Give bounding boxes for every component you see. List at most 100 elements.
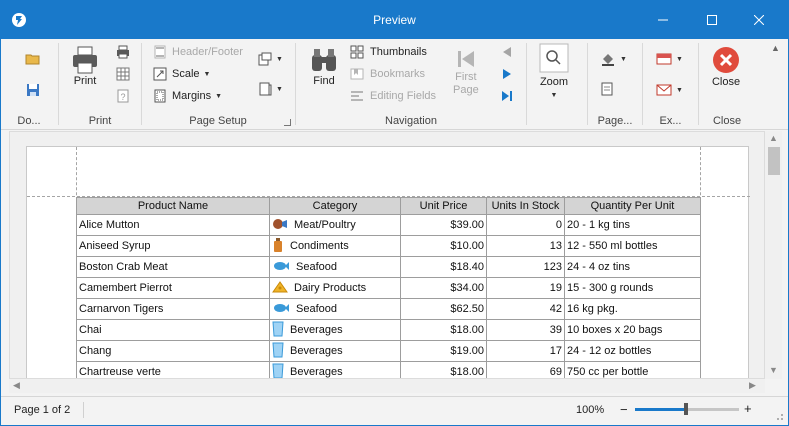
- zoom-in-button[interactable]: +: [744, 401, 752, 416]
- unit-price-cell: $34.00: [400, 277, 487, 299]
- previous-page-icon: [503, 47, 511, 57]
- scroll-down-icon[interactable]: ▼: [769, 365, 778, 375]
- open-button[interactable]: [25, 51, 41, 67]
- editing-fields-label: Editing Fields: [370, 90, 437, 102]
- quantity-per-unit-cell: 16 kg pkg.: [564, 298, 701, 320]
- category-cell: Condiments: [269, 235, 401, 257]
- export-button[interactable]: ▼: [656, 51, 683, 67]
- quantity-per-unit-cell: 750 cc per bottle: [564, 361, 701, 378]
- close-icon: [754, 15, 764, 25]
- editing-fields-button[interactable]: Editing Fields: [350, 89, 436, 103]
- watermark-button[interactable]: [600, 82, 614, 96]
- column-header: Product Name: [76, 197, 270, 215]
- chevron-down-icon: ▼: [215, 92, 223, 100]
- save-icon: [27, 84, 39, 96]
- close-window-button[interactable]: [736, 1, 782, 39]
- chevron-down-icon: ▼: [276, 85, 283, 93]
- horizontal-scrollbar[interactable]: ◀ ▶: [9, 379, 765, 393]
- vertical-scroll-thumb[interactable]: [768, 147, 780, 175]
- product-name-cell: Chai: [76, 319, 270, 341]
- export-icon: [656, 53, 672, 65]
- bookmarks-label: Bookmarks: [370, 68, 426, 80]
- status-divider: [83, 402, 84, 418]
- units-in-stock-cell: 123: [486, 256, 565, 278]
- next-page-button[interactable]: [502, 68, 512, 80]
- scroll-left-icon[interactable]: ◀: [13, 380, 20, 391]
- svg-text:?: ?: [120, 92, 125, 102]
- magnifier-icon: [539, 43, 569, 73]
- category-cell: Seafood: [269, 256, 401, 278]
- print-button[interactable]: Print: [71, 45, 99, 88]
- send-button[interactable]: ▼: [656, 82, 683, 98]
- document-viewer[interactable]: Product Name Category Unit Price Units I…: [9, 131, 765, 379]
- find-label: Find: [313, 75, 335, 87]
- units-in-stock-cell: 19: [486, 277, 565, 299]
- product-table: Product Name Category Unit Price Units I…: [76, 197, 701, 378]
- beverages-icon: [272, 321, 290, 340]
- report-page: Product Name Category Unit Price Units I…: [26, 146, 750, 378]
- quick-print-button[interactable]: [116, 45, 130, 59]
- resize-grip-icon[interactable]: [774, 411, 784, 421]
- collapse-ribbon-icon[interactable]: ▲: [771, 43, 780, 53]
- product-name-cell: Camembert Pierrot: [76, 277, 270, 299]
- units-in-stock-cell: 13: [486, 235, 565, 257]
- close-preview-button[interactable]: Close: [711, 45, 741, 89]
- thumbnails-button[interactable]: Thumbnails: [350, 45, 427, 59]
- zoom-slider-thumb[interactable]: [684, 403, 688, 415]
- paper-size-button[interactable]: ▼: [258, 82, 283, 96]
- page-setup-dialog-launcher-icon[interactable]: [284, 119, 291, 126]
- margins-button[interactable]: Margins ▼: [153, 89, 222, 103]
- previous-page-button[interactable]: [502, 46, 512, 58]
- navigation-group-label: Navigation: [385, 115, 437, 127]
- parameters-icon: ?: [117, 89, 129, 103]
- print-options-button[interactable]: [116, 67, 130, 81]
- zoom-out-button[interactable]: −: [620, 402, 628, 417]
- find-button[interactable]: Find: [309, 47, 339, 88]
- navigation-group: Find Thumbnails Bookmarks Editing Fields…: [296, 39, 526, 130]
- last-page-icon: [502, 91, 512, 101]
- table-row: Aniseed Syrup Condiments $10.00 13 12 - 550 …: [76, 235, 701, 257]
- chevron-down-icon: ▼: [276, 55, 283, 63]
- scroll-up-icon[interactable]: ▲: [769, 133, 778, 143]
- table-header-row: Product Name Category Unit Price Units I…: [76, 197, 701, 215]
- scale-label: Scale: [172, 68, 200, 80]
- close-group: Close Close: [699, 39, 755, 130]
- maximize-button[interactable]: [689, 1, 735, 39]
- page-background-group-label: Page...: [597, 115, 633, 127]
- minimize-button[interactable]: [640, 1, 686, 39]
- parameters-button[interactable]: ?: [116, 89, 130, 103]
- dairy-icon: [272, 280, 294, 297]
- margins-label: Margins: [172, 90, 212, 102]
- header-footer-button[interactable]: Header/Footer: [153, 45, 243, 59]
- document-group: Do...: [1, 39, 57, 130]
- units-in-stock-cell: 39: [486, 319, 565, 341]
- vertical-scrollbar[interactable]: ▲ ▼: [765, 131, 782, 379]
- category-label: Meat/Poultry: [294, 219, 356, 231]
- save-button[interactable]: [25, 82, 41, 98]
- page-color-button[interactable]: ▼: [600, 51, 627, 67]
- bookmarks-button[interactable]: Bookmarks: [350, 67, 425, 81]
- category-label: Beverages: [290, 324, 343, 336]
- title-bar: Preview: [1, 1, 788, 39]
- product-name-cell: Chartreuse verte: [76, 361, 270, 378]
- quantity-per-unit-cell: 10 boxes x 20 bags: [564, 319, 701, 341]
- scale-button[interactable]: Scale ▼: [153, 67, 210, 81]
- beverages-icon: [272, 363, 290, 378]
- table-row: Camembert Pierrot Dairy Products $34.00 19 1…: [76, 277, 701, 299]
- units-in-stock-cell: 0: [486, 214, 565, 236]
- minimize-icon: [658, 19, 668, 21]
- quantity-per-unit-cell: 20 - 1 kg tins: [564, 214, 701, 236]
- scroll-right-icon[interactable]: ▶: [749, 380, 756, 391]
- column-header: Category: [269, 197, 401, 215]
- table-row: Chartreuse verte Beverages $18.00 69 750 cc …: [76, 361, 701, 378]
- meat-icon: [272, 217, 294, 234]
- zoom-button[interactable]: Zoom ▼: [539, 43, 569, 102]
- orientation-button[interactable]: ▼: [258, 52, 283, 66]
- orientation-icon: [258, 52, 272, 66]
- quantity-per-unit-cell: 24 - 12 oz bottles: [564, 340, 701, 362]
- first-page-button[interactable]: First Page: [453, 47, 479, 97]
- table-row: Carnarvon Tigers Seafood $62.50 42 16 kg pkg…: [76, 298, 701, 320]
- last-page-button[interactable]: [501, 90, 513, 102]
- ribbon: Do... Print ? Print Header/Footer Scale …: [1, 39, 788, 130]
- category-cell: Seafood: [269, 298, 401, 320]
